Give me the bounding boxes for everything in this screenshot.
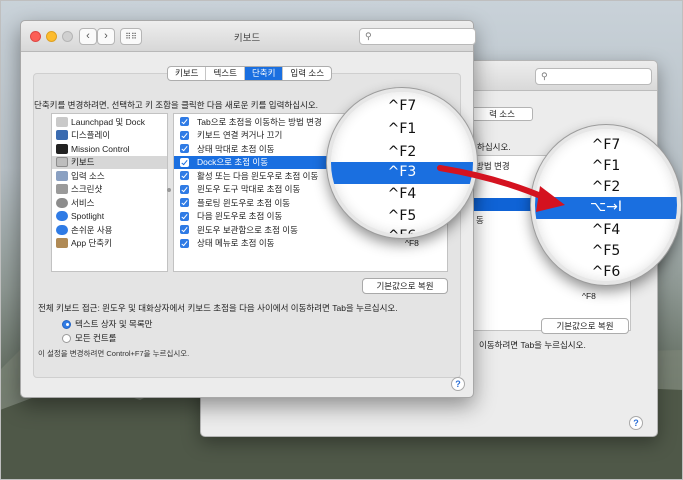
magnifier-right: ^F7 ^F1 ^F2 ⌥→I ^F4 ^F5 ^F6 — [531, 125, 681, 285]
category-label: Mission Control — [71, 143, 130, 154]
shortcut-row-label: 방법 변경 — [476, 161, 510, 171]
input-source-icon — [56, 170, 68, 181]
shortcut-note: 이 설정을 변경하려면 Control+F7을 누르십시오. — [38, 349, 190, 358]
category-item-services[interactable]: 서비스 — [52, 196, 167, 210]
magnified-key: ^F6 — [591, 264, 621, 280]
category-item-spotlight[interactable]: Spotlight — [52, 210, 167, 224]
shortcut-key[interactable]: ^F8 — [405, 238, 419, 248]
shortcut-label: 활성 또는 다음 윈도우로 초점 이동 — [197, 170, 319, 181]
shortcut-label: Tab으로 초점을 이동하는 방법 변경 — [197, 116, 322, 127]
magnified-key-selected: ⌥→I — [535, 197, 677, 219]
radio-label: 텍스트 상자 및 목록만 — [75, 319, 153, 329]
help-button[interactable]: ? — [629, 416, 643, 430]
shortcut-label: 상태 막대로 초점 이동 — [197, 143, 275, 154]
search-icon: ⚲ — [365, 31, 372, 41]
magnified-key: ^F7 — [387, 98, 417, 114]
shortcut-label: 상태 메뉴로 초점 이동 — [197, 238, 275, 249]
magnifier-left: ^F7 ^F1 ^F2 ^F3 ^F4 ^F5 ^F6 — [327, 88, 477, 238]
shortcut-checkbox[interactable] — [180, 198, 189, 208]
spotlight-icon — [56, 211, 68, 222]
magnified-key: ^F2 — [591, 179, 621, 195]
shortcut-label: 다음 윈도우로 초점 이동 — [197, 211, 283, 222]
restore-defaults-button[interactable]: 기본값으로 복원 — [541, 318, 629, 334]
radio-button[interactable] — [62, 319, 71, 329]
radio-label: 모든 컨트롤 — [75, 333, 117, 343]
screenshot-icon — [56, 184, 68, 195]
category-item-input-sources[interactable]: 입력 소스 — [52, 169, 167, 183]
magnified-key: ^F5 — [387, 208, 417, 224]
category-item-app-shortcuts[interactable]: App 단축키 — [52, 237, 167, 251]
shortcut-checkbox[interactable] — [180, 171, 189, 181]
app-shortcut-icon — [56, 238, 68, 249]
split-view-handle[interactable] — [167, 188, 171, 192]
category-item-screenshots[interactable]: 스크린샷 — [52, 183, 167, 197]
magnified-key: ^F2 — [387, 144, 417, 160]
tab-keyboard[interactable]: 키보드 — [168, 67, 207, 80]
category-label: 입력 소스 — [71, 170, 105, 181]
shortcut-label: 플로팅 윈도우로 초점 이동 — [197, 197, 291, 208]
instruction-text: 단축키를 변경하려면, 선택하고 키 조합을 클릭한 다음 새로운 키를 입력하… — [34, 100, 319, 110]
launchpad-icon — [56, 116, 68, 127]
radio-all-controls[interactable]: 모든 컨트롤 — [62, 332, 116, 344]
shortcut-label: 키보드 연결 켜거나 끄기 — [197, 130, 283, 141]
shortcut-checkbox[interactable] — [180, 211, 189, 221]
shortcut-checkbox[interactable] — [180, 184, 189, 194]
magnified-key: ^F5 — [591, 243, 621, 259]
category-label: 손쉬운 사용 — [71, 224, 113, 235]
tab-input-sources[interactable]: 입력 소스 — [283, 67, 331, 80]
accessibility-icon — [56, 224, 68, 235]
shortcut-row-label: 동 — [476, 215, 484, 225]
display-icon — [56, 130, 68, 141]
shortcut-checkbox[interactable] — [180, 238, 189, 248]
magnified-key: ^F7 — [591, 137, 621, 153]
category-label: 스크린샷 — [71, 184, 103, 195]
magnified-key: ^F4 — [591, 222, 621, 238]
category-item-mission-control[interactable]: Mission Control — [52, 142, 167, 156]
tab-bar: 키보드 텍스트 단축키 입력 소스 — [167, 66, 333, 81]
search-input[interactable]: ⚲ — [359, 28, 476, 45]
category-item-launchpad[interactable]: Launchpad 및 Dock — [52, 115, 167, 129]
radio-text-boxes-lists[interactable]: 텍스트 상자 및 목록만 — [62, 318, 152, 330]
tab-text[interactable]: 텍스트 — [206, 67, 245, 80]
restore-defaults-button[interactable]: 기본값으로 복원 — [362, 278, 448, 294]
shortcut-key: ^F8 — [582, 291, 596, 301]
full-keyboard-text: 이동하려면 Tab을 누르십시오. — [479, 340, 586, 350]
instruction-text: 하십시오. — [477, 142, 511, 152]
radio-button[interactable] — [62, 333, 71, 343]
search-icon: ⚲ — [541, 71, 548, 81]
tab-shortcuts[interactable]: 단축키 — [244, 67, 284, 80]
category-label: App 단축키 — [71, 238, 112, 249]
magnified-key-selected: ^F3 — [331, 162, 473, 184]
shortcut-label: Dock으로 초점 이동 — [197, 157, 269, 168]
title-bar: ‹ › ⠿⠿ 키보드 ⚲ — [21, 21, 476, 52]
magnified-key: ^F1 — [387, 121, 417, 137]
shortcut-checkbox[interactable] — [180, 144, 189, 154]
shortcut-checkbox[interactable] — [180, 225, 189, 235]
category-list: Launchpad 및 Dock 디스플레이 Mission Control 키… — [51, 113, 168, 272]
category-item-keyboard[interactable]: 키보드 — [52, 155, 167, 169]
shortcut-row[interactable]: 상태 메뉴로 초점 이동 ^F8 — [174, 237, 447, 251]
shortcut-label: 윈도우 보관함으로 초점 이동 — [197, 224, 298, 235]
category-label: 키보드 — [71, 157, 95, 168]
shortcut-checkbox[interactable] — [180, 117, 189, 127]
category-label: Launchpad 및 Dock — [71, 116, 145, 127]
category-label: 서비스 — [71, 197, 95, 208]
tab-input-source[interactable]: 력 소스 — [471, 107, 533, 121]
shortcut-checkbox[interactable] — [180, 130, 189, 140]
category-label: 디스플레이 — [71, 130, 111, 141]
help-button[interactable]: ? — [451, 377, 465, 391]
shortcut-checkbox[interactable] — [180, 157, 189, 167]
category-label: Spotlight — [71, 211, 105, 222]
gear-icon — [56, 197, 68, 208]
category-item-accessibility[interactable]: 손쉬운 사용 — [52, 223, 167, 237]
keyboard-icon — [56, 157, 68, 168]
magnified-key: ^F1 — [591, 158, 621, 174]
search-input[interactable]: ⚲ — [535, 68, 652, 85]
full-keyboard-access-text: 전체 키보드 접근: 윈도우 및 대화상자에서 키보드 초점을 다음 사이에서 … — [38, 303, 398, 313]
mission-control-icon — [56, 143, 68, 154]
category-item-display[interactable]: 디스플레이 — [52, 129, 167, 143]
shortcut-label: 윈도우 도구 막대로 초점 이동 — [197, 184, 301, 195]
magnified-key: ^F4 — [387, 186, 417, 202]
